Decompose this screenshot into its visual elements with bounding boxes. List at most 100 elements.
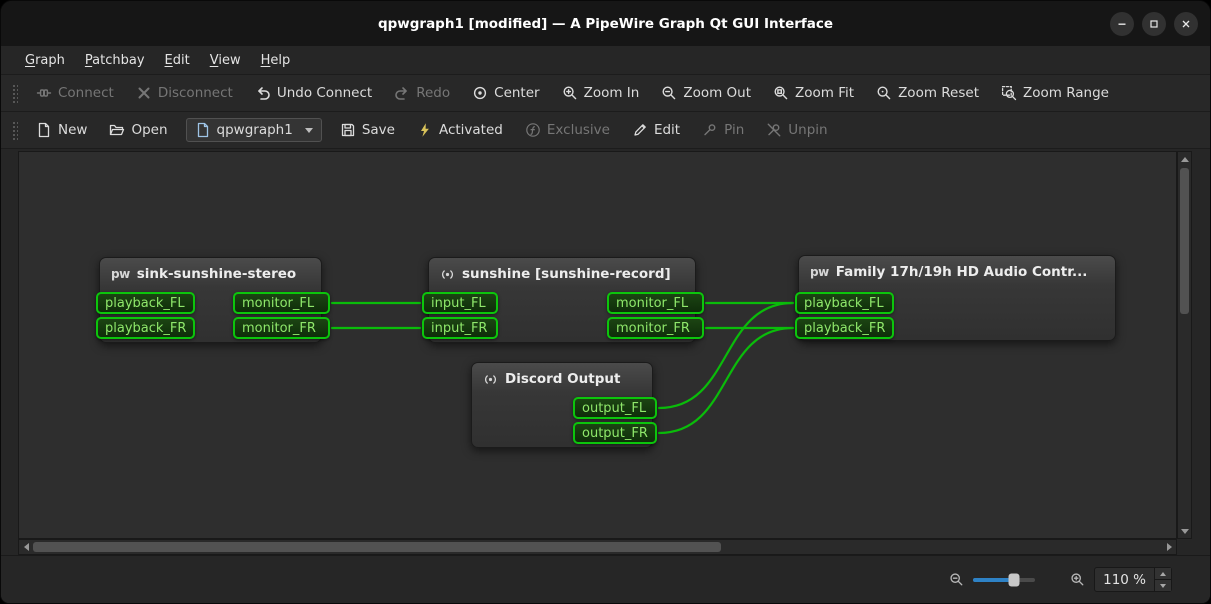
port-sunshine-input_FR[interactable]: input_FR <box>422 317 498 339</box>
maximize-icon <box>1148 18 1160 30</box>
menu-patchbay[interactable]: Patchbay <box>75 46 155 74</box>
node-title: sunshine [sunshine-record] <box>462 266 671 282</box>
scroll-left-button[interactable] <box>19 540 33 554</box>
window-controls <box>1110 1 1198 46</box>
arrow-right-icon <box>1167 543 1172 551</box>
zoom-spin-down-button[interactable] <box>1155 579 1171 591</box>
horizontal-scrollbar[interactable] <box>18 539 1177 555</box>
vertical-scrollbar[interactable] <box>1177 151 1192 539</box>
port-sink-playback_FR[interactable]: playback_FR <box>96 317 195 339</box>
connect-button[interactable]: Connect <box>28 80 122 106</box>
edit-button[interactable]: Edit <box>624 117 688 143</box>
zoom-range-button[interactable]: Zoom Range <box>993 80 1117 106</box>
node-header: sunshine [sunshine-record] <box>429 258 695 290</box>
stream-icon <box>440 267 455 282</box>
canvas-area: pwsink-sunshine-stereoplayback_FLplaybac… <box>18 151 1192 555</box>
port-family-playback_FR[interactable]: playback_FR <box>795 317 894 339</box>
port-sunshine-input_FL[interactable]: input_FL <box>422 292 498 314</box>
zoom-reset-button[interactable]: Zoom Reset <box>868 80 987 106</box>
zoom-value: 110 % <box>1095 568 1154 591</box>
pipewire-icon: pw <box>810 265 829 279</box>
toolbar-patchbay: New Open qpwgraph1 Save Activated Exclus… <box>1 112 1210 149</box>
zoom-out-small-icon[interactable] <box>949 572 964 587</box>
node-header: Discord Output <box>472 363 652 395</box>
graph-edge[interactable] <box>659 328 793 433</box>
chevron-down-icon <box>305 128 313 133</box>
titlebar[interactable]: qpwgraph1 [modified] — A PipeWire Graph … <box>1 1 1210 46</box>
pin-icon <box>702 122 718 138</box>
zoom-in-button[interactable]: Zoom In <box>554 80 648 106</box>
zoom-out-icon <box>661 85 677 101</box>
node-title: Family 17h/19h HD Audio Contr... <box>836 264 1088 280</box>
zoom-fit-button[interactable]: Zoom Fit <box>765 80 862 106</box>
session-combobox-value: qpwgraph1 <box>217 122 293 138</box>
toolbar-handle[interactable] <box>11 83 18 103</box>
center-button[interactable]: Center <box>464 80 547 106</box>
port-discord-output_FR[interactable]: output_FR <box>573 422 657 444</box>
open-icon <box>109 122 125 138</box>
new-button[interactable]: New <box>28 117 95 143</box>
open-button[interactable]: Open <box>101 117 175 143</box>
zoom-fit-icon <box>773 85 789 101</box>
maximize-button[interactable] <box>1142 12 1166 36</box>
menu-view[interactable]: View <box>200 46 251 74</box>
activated-icon <box>417 122 433 138</box>
close-icon <box>1180 18 1192 30</box>
horizontal-scroll-handle[interactable] <box>33 542 721 552</box>
close-button[interactable] <box>1174 12 1198 36</box>
zoom-reset-icon <box>876 85 892 101</box>
redo-button[interactable]: Redo <box>386 80 458 106</box>
arrow-left-icon <box>24 543 29 551</box>
disconnect-icon <box>136 85 152 101</box>
port-sink-playback_FL[interactable]: playback_FL <box>96 292 195 314</box>
node-header: pw sink-sunshine-stereo <box>100 258 321 290</box>
save-button[interactable]: Save <box>332 117 403 143</box>
toolbar-handle[interactable] <box>11 120 18 140</box>
disconnect-button[interactable]: Disconnect <box>128 80 241 106</box>
scroll-right-button[interactable] <box>1162 540 1176 554</box>
redo-icon <box>394 85 410 101</box>
undo-connect-button[interactable]: Undo Connect <box>247 80 380 106</box>
port-sink-monitor_FR[interactable]: monitor_FR <box>233 317 330 339</box>
node-header: pw Family 17h/19h HD Audio Contr... <box>799 256 1115 288</box>
pipewire-icon: pw <box>111 267 130 281</box>
node-title: sink-sunshine-stereo <box>137 266 297 282</box>
zoom-slider[interactable] <box>973 578 1035 582</box>
zoom-in-small-icon[interactable] <box>1070 572 1085 587</box>
zoom-out-button[interactable]: Zoom Out <box>653 80 759 106</box>
zoom-spin-up-button[interactable] <box>1155 568 1171 579</box>
minimize-button[interactable] <box>1110 12 1134 36</box>
undo-icon <box>255 85 271 101</box>
vertical-scroll-handle[interactable] <box>1180 168 1189 314</box>
toolbar-graph: Connect Disconnect Undo Connect Redo Cen… <box>1 75 1210 112</box>
exclusive-button[interactable]: Exclusive <box>517 117 618 143</box>
exclusive-icon <box>525 122 541 138</box>
statusbar: 110 % <box>1 555 1210 603</box>
zoom-slider-handle[interactable] <box>1009 573 1020 586</box>
menu-help[interactable]: Help <box>251 46 301 74</box>
port-sink-monitor_FL[interactable]: monitor_FL <box>233 292 330 314</box>
menu-graph[interactable]: Graph <box>15 46 75 74</box>
pin-button[interactable]: Pin <box>694 117 752 143</box>
port-sunshine-monitor_FR[interactable]: monitor_FR <box>607 317 704 339</box>
arrow-down-icon <box>1181 529 1189 534</box>
scroll-down-button[interactable] <box>1178 524 1191 538</box>
graph-canvas[interactable]: pwsink-sunshine-stereoplayback_FLplaybac… <box>18 151 1177 539</box>
new-icon <box>36 122 52 138</box>
center-icon <box>472 85 488 101</box>
zoom-range-icon <box>1001 85 1017 101</box>
port-family-playback_FL[interactable]: playback_FL <box>795 292 894 314</box>
unpin-button[interactable]: Unpin <box>758 117 835 143</box>
unpin-icon <box>766 122 782 138</box>
zoom-spin-buttons <box>1154 568 1171 591</box>
port-discord-output_FL[interactable]: output_FL <box>573 397 657 419</box>
activated-button[interactable]: Activated <box>409 117 511 143</box>
zoom-in-icon <box>562 85 578 101</box>
zoom-spinbox[interactable]: 110 % <box>1094 567 1172 592</box>
menu-edit[interactable]: Edit <box>155 46 200 74</box>
scroll-up-button[interactable] <box>1178 152 1191 166</box>
edge-layer <box>19 152 1176 538</box>
port-sunshine-monitor_FL[interactable]: monitor_FL <box>607 292 704 314</box>
connect-icon <box>36 85 52 101</box>
session-combobox[interactable]: qpwgraph1 <box>186 118 322 142</box>
